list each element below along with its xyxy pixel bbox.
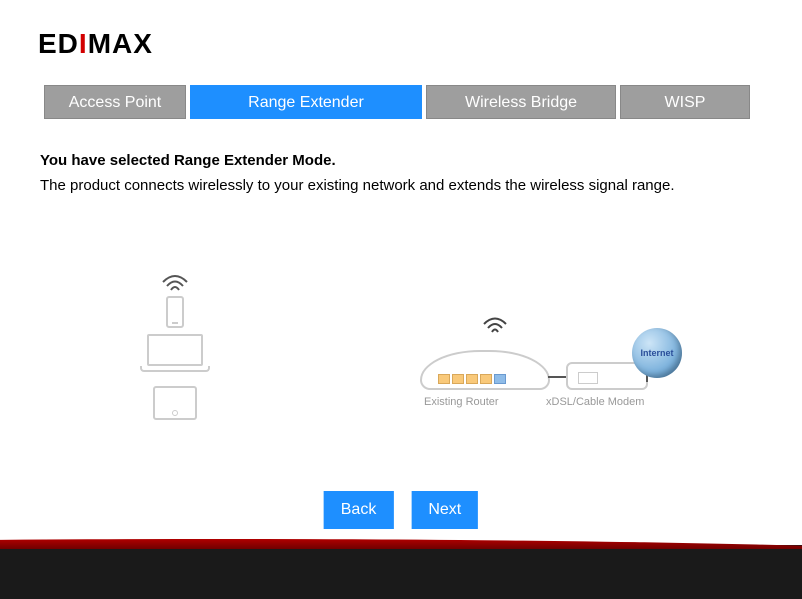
brand-logo: EDIMAX — [38, 28, 153, 60]
nav-buttons: Back Next — [324, 491, 478, 529]
footer-band — [0, 545, 802, 599]
phone-icon — [166, 296, 184, 328]
client-devices-group — [115, 270, 235, 420]
description-body: The product connects wirelessly to your … — [40, 177, 762, 194]
modem-label: xDSL/Cable Modem — [546, 396, 644, 408]
tab-range-extender[interactable]: Range Extender — [190, 85, 422, 119]
router-icon — [420, 350, 550, 390]
mode-description: You have selected Range Extender Mode. T… — [40, 152, 762, 194]
router-label: Existing Router — [424, 396, 499, 408]
tablet-icon — [153, 386, 197, 420]
laptop-icon — [140, 334, 210, 376]
next-button[interactable]: Next — [411, 491, 478, 529]
back-button[interactable]: Back — [324, 491, 394, 529]
tab-access-point[interactable]: Access Point — [44, 85, 186, 119]
tab-wisp[interactable]: WISP — [620, 85, 750, 119]
cable-icon — [548, 376, 568, 378]
internet-globe-icon: Internet — [632, 328, 682, 378]
wifi-icon — [160, 270, 190, 292]
mode-tabs: Access Point Range Extender Wireless Bri… — [44, 85, 750, 119]
description-title: You have selected Range Extender Mode. — [40, 152, 762, 169]
tab-wireless-bridge[interactable]: Wireless Bridge — [426, 85, 616, 119]
topology-diagram: Existing Router xDSL/Cable Modem Interne… — [0, 270, 802, 450]
wifi-icon — [482, 314, 508, 334]
